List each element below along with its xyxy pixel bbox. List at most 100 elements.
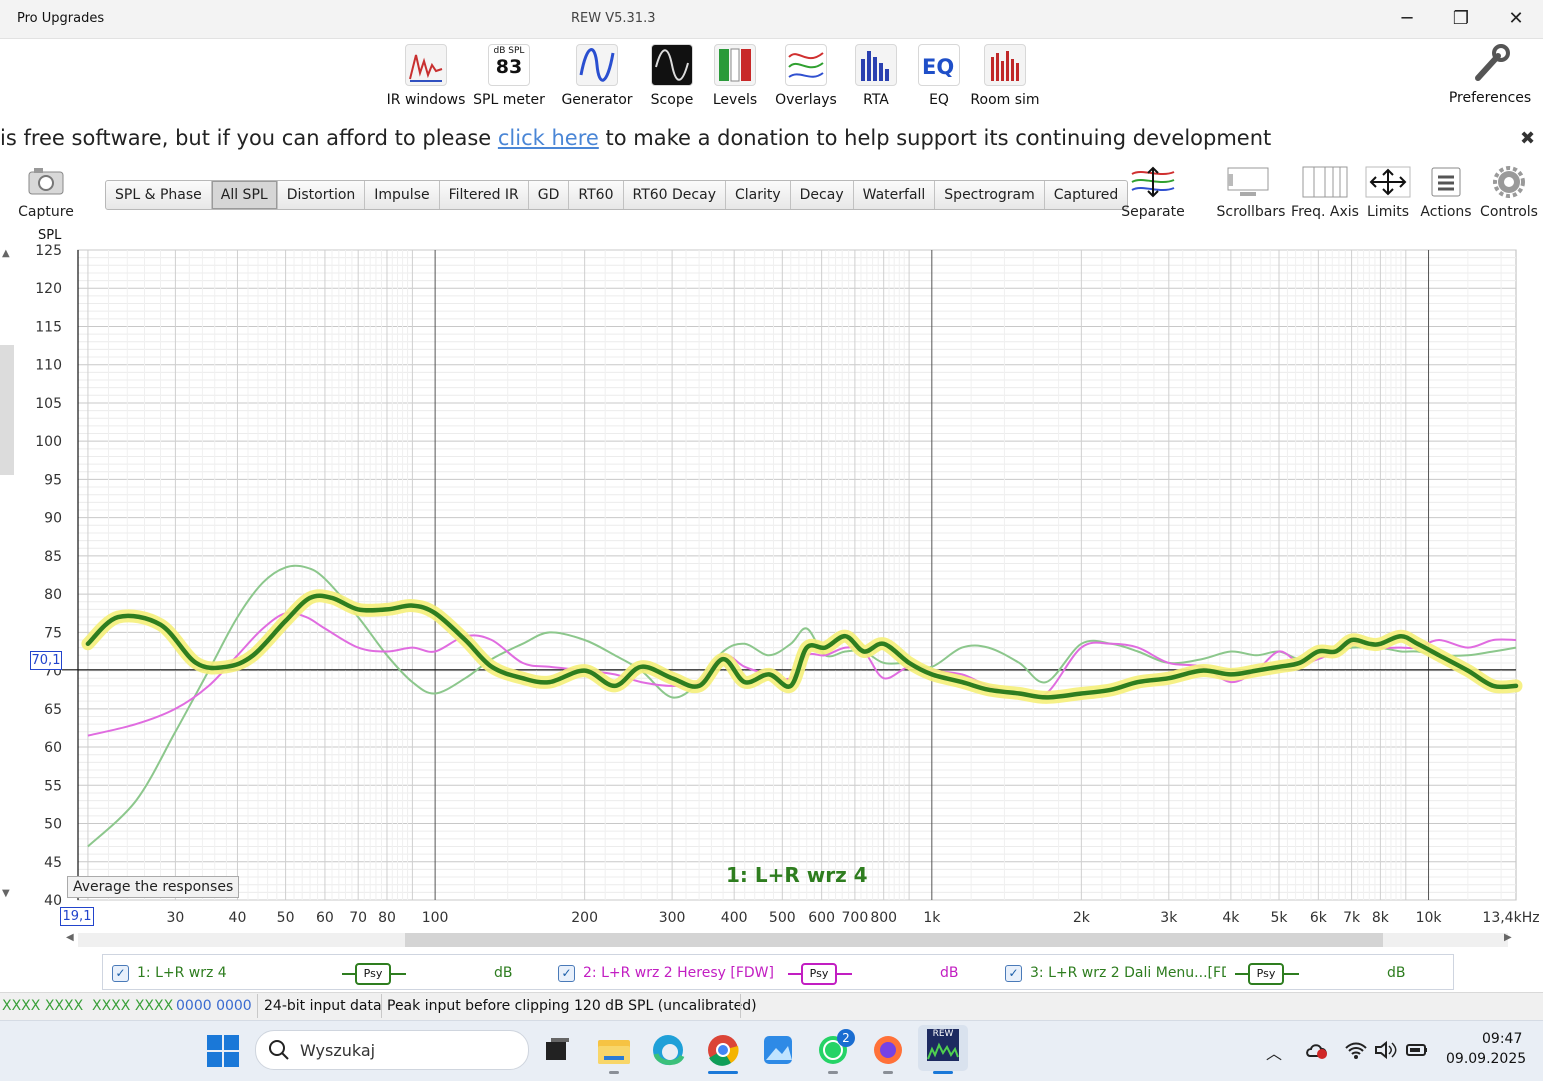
- tab-rt60-decay[interactable]: RT60 Decay: [624, 181, 726, 209]
- status-peak-b: XXXX XXXX: [92, 998, 174, 1014]
- legend-checkbox-2[interactable]: ✓: [558, 965, 575, 982]
- y-tick-label: 110: [35, 358, 62, 374]
- scrollbars-button[interactable]: Scrollbars: [1216, 166, 1286, 220]
- tab-spectrogram[interactable]: Spectrogram: [935, 181, 1045, 209]
- x-tick-label: 500: [769, 910, 796, 926]
- clock-time[interactable]: 09:47: [1482, 1031, 1522, 1047]
- y-tick-label: 105: [35, 396, 62, 412]
- taskbar-search-box[interactable]: Wyszukaj: [255, 1030, 529, 1070]
- room-sim-icon: [984, 44, 1026, 86]
- room-sim-label: Room sim: [970, 92, 1040, 108]
- clock-date[interactable]: 09.09.2025: [1446, 1051, 1526, 1067]
- legend-label-3: 3: L+R wrz 2 Dali Menu...[FDW]: [1030, 965, 1226, 981]
- rew-taskbar-button[interactable]: REW: [918, 1025, 968, 1071]
- levels-label: Levels: [712, 92, 758, 108]
- legend-unit-2: dB: [940, 965, 959, 981]
- donation-close-icon[interactable]: ✖: [1520, 128, 1535, 149]
- firefox-icon[interactable]: [868, 1032, 908, 1068]
- overlays-button[interactable]: Overlays: [774, 44, 838, 108]
- wifi-icon[interactable]: [1344, 1040, 1368, 1064]
- scroll-left-icon[interactable]: ◀: [66, 932, 74, 943]
- tab-all-spl[interactable]: All SPL: [211, 181, 278, 209]
- capture-button[interactable]: Capture: [16, 166, 76, 220]
- battery-icon[interactable]: [1405, 1040, 1429, 1064]
- windows-start-icon[interactable]: [207, 1035, 239, 1071]
- actions-button[interactable]: Actions: [1418, 166, 1474, 220]
- x-tick-label: 400: [721, 910, 748, 926]
- x-tick-label: 4k: [1222, 910, 1240, 926]
- status-rms: 0000 0000: [176, 998, 252, 1014]
- preferences-button[interactable]: Preferences: [1448, 44, 1532, 106]
- freq-axis-button[interactable]: Freq. Axis: [1290, 166, 1360, 220]
- y-tick-label: 65: [44, 702, 62, 718]
- room-sim-button[interactable]: Room sim: [968, 44, 1042, 108]
- title-bar: Pro Upgrades REW V5.31.3 ─ ❐ ✕: [0, 0, 1543, 39]
- svg-text:EQ: EQ: [922, 55, 954, 79]
- separate-label: Separate: [1121, 204, 1185, 220]
- legend-psy-1[interactable]: Psy: [355, 963, 391, 985]
- horizontal-scrollbar-thumb[interactable]: [405, 933, 1383, 947]
- separate-button[interactable]: Separate: [1120, 166, 1186, 220]
- spl-meter-value: 83: [495, 56, 523, 78]
- tab-decay[interactable]: Decay: [791, 181, 854, 209]
- tab-waterfall[interactable]: Waterfall: [854, 181, 936, 209]
- spl-meter-icon: dB SPL 83: [488, 44, 530, 86]
- tab-impulse[interactable]: Impulse: [365, 181, 440, 209]
- rta-button[interactable]: RTA: [852, 44, 900, 108]
- window-title: REW V5.31.3: [571, 11, 656, 26]
- donation-link[interactable]: click here: [498, 126, 599, 150]
- generator-icon: [576, 44, 618, 86]
- generator-button[interactable]: Generator: [560, 44, 634, 108]
- y-tick-label: 75: [44, 625, 62, 641]
- search-icon: [268, 1039, 290, 1065]
- app-menu-label[interactable]: Pro Upgrades: [17, 11, 104, 26]
- tab-clarity[interactable]: Clarity: [726, 181, 791, 209]
- legend-checkbox-3[interactable]: ✓: [1005, 965, 1022, 982]
- tab-distortion[interactable]: Distortion: [278, 181, 366, 209]
- status-input-format: 24-bit input data: [264, 998, 382, 1014]
- legend-label-1: 1: L+R wrz 4: [137, 965, 227, 981]
- tab-filtered-ir[interactable]: Filtered IR: [440, 181, 529, 209]
- edge-icon[interactable]: [648, 1032, 688, 1068]
- tab-spl-phase[interactable]: SPL & Phase: [106, 181, 212, 209]
- legend-checkbox-1[interactable]: ✓: [112, 965, 129, 982]
- x-tick-label: 700: [842, 910, 869, 926]
- capture-label: Capture: [18, 204, 74, 220]
- scope-button[interactable]: Scope: [645, 44, 699, 108]
- y-tick-label: 80: [44, 587, 62, 603]
- minimize-button[interactable]: ─: [1384, 4, 1430, 34]
- onedrive-icon[interactable]: [1306, 1040, 1330, 1064]
- controls-button[interactable]: Controls: [1478, 166, 1540, 220]
- eq-button[interactable]: EQ EQ: [916, 44, 962, 108]
- levels-icon: [714, 44, 756, 86]
- task-view-icon[interactable]: [538, 1032, 578, 1068]
- ir-windows-button[interactable]: IR windows: [386, 44, 466, 108]
- spl-meter-button[interactable]: dB SPL 83 SPL meter: [472, 44, 546, 108]
- freq-axis-label: Freq. Axis: [1291, 204, 1359, 220]
- legend-psy-2[interactable]: Psy: [801, 963, 837, 985]
- file-explorer-icon[interactable]: [594, 1032, 634, 1068]
- ir-windows-icon: [405, 44, 447, 86]
- legend-unit-1: dB: [494, 965, 513, 981]
- limits-button[interactable]: Limits: [1362, 166, 1414, 220]
- running-indicator: [609, 1071, 619, 1074]
- close-button[interactable]: ✕: [1493, 4, 1539, 34]
- spl-graph[interactable]: 125 120 115 110 105 100 95 90 85 80 75 70 65 60 55 50 45…: [0, 236, 1543, 926]
- controls-label: Controls: [1480, 204, 1538, 220]
- levels-button[interactable]: Levels: [708, 44, 762, 108]
- donation-text-after: to make a donation to help support its c…: [598, 126, 1272, 150]
- photos-icon[interactable]: [758, 1032, 798, 1068]
- volume-icon[interactable]: [1374, 1040, 1398, 1064]
- legend-psy-3[interactable]: Psy: [1248, 963, 1284, 985]
- tab-rt60[interactable]: RT60: [569, 181, 624, 209]
- chrome-icon[interactable]: [703, 1032, 743, 1068]
- scroll-right-icon[interactable]: ▶: [1504, 932, 1512, 943]
- y-tick-label: 95: [44, 472, 62, 488]
- restore-button[interactable]: ❐: [1438, 4, 1484, 34]
- cursor-freq-value: 19,1: [60, 907, 94, 926]
- legend-label-2: 2: L+R wrz 2 Heresy [FDW]: [583, 965, 774, 981]
- tab-gd[interactable]: GD: [529, 181, 570, 209]
- tab-captured[interactable]: Captured: [1045, 181, 1128, 209]
- x-tick-label: 200: [571, 910, 598, 926]
- chevron-up-icon[interactable]: ︿: [1266, 1040, 1282, 1064]
